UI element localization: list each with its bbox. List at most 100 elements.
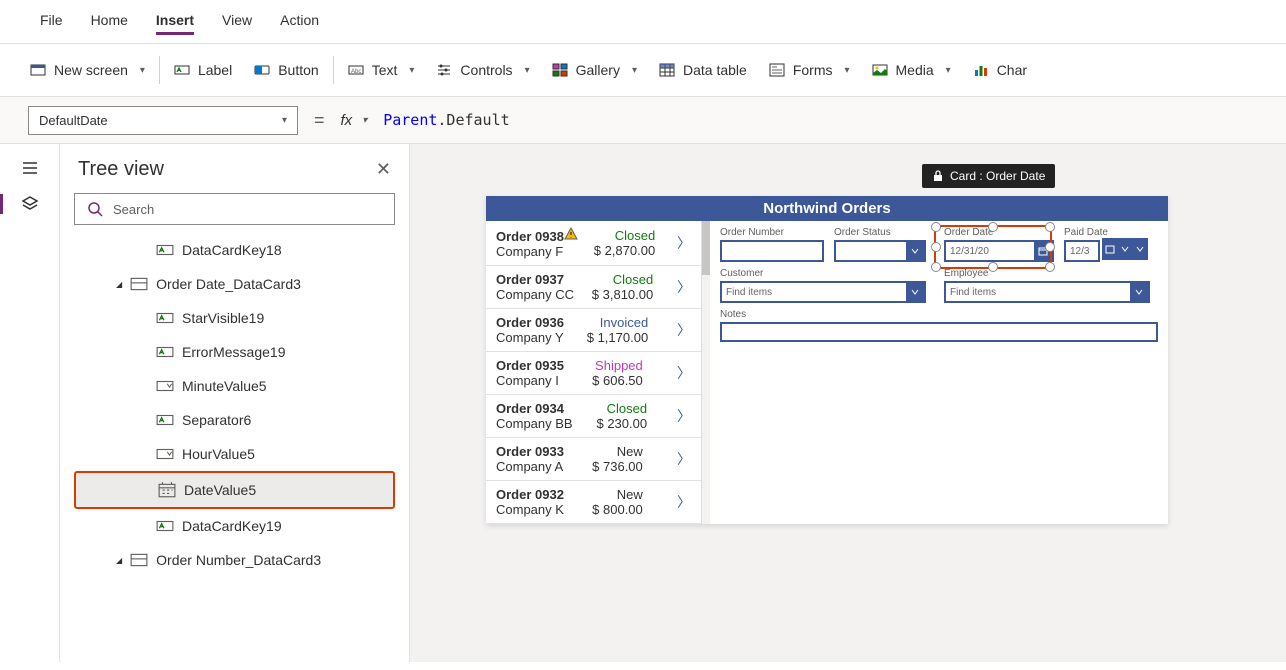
svg-text:Abc: Abc: [351, 69, 361, 75]
order-company: Company BB: [496, 416, 573, 431]
order-id: Order 0935: [496, 358, 564, 373]
button-icon: [254, 62, 270, 78]
tree-item[interactable]: HourValue5: [74, 437, 395, 471]
tree-item-icon: [130, 275, 148, 293]
order-status: Shipped: [595, 358, 643, 373]
order-id: Order 0938: [496, 227, 578, 244]
table-icon: [659, 62, 675, 78]
forms-button[interactable]: Forms ▾: [767, 58, 852, 82]
chevron-right-icon: 〉: [677, 492, 691, 512]
employee-select[interactable]: Find items: [944, 281, 1150, 303]
card-tooltip: Card : Order Date: [922, 164, 1055, 188]
tree-item[interactable]: MinuteValue5: [74, 369, 395, 403]
tree-item[interactable]: StarVisible19: [74, 301, 395, 335]
tree-item[interactable]: ◢Order Number_DataCard3: [74, 543, 395, 577]
chart-label: Char: [997, 62, 1027, 78]
left-rail: [0, 144, 60, 662]
paid-date-dd2-button[interactable]: [1131, 238, 1148, 260]
chevron-right-icon: 〉: [677, 363, 691, 383]
search-placeholder: Search: [113, 202, 154, 217]
formula-input[interactable]: Parent.Default: [377, 105, 1258, 135]
order-amount: $ 1,170.00: [587, 330, 648, 345]
menu-home[interactable]: Home: [91, 8, 128, 35]
order-number-input[interactable]: [720, 240, 824, 262]
order-id: Order 0933: [496, 444, 564, 459]
media-icon: [872, 62, 888, 78]
form-panel: Order Number Order Status Order Date12/3…: [710, 221, 1168, 524]
collapse-icon[interactable]: ◢: [116, 280, 122, 289]
lock-icon: [932, 170, 944, 182]
collapse-icon[interactable]: ◢: [116, 556, 122, 565]
order-item[interactable]: Order 0935Company IShipped$ 606.50〉: [486, 352, 701, 395]
order-company: Company CC: [496, 287, 574, 302]
tree-item-icon: [156, 411, 174, 429]
layers-icon[interactable]: [20, 194, 40, 214]
formula-bar: DefaultDate ▾ = fx▾ Parent.Default: [0, 97, 1286, 144]
order-item[interactable]: Order 0938Company FClosed$ 2,870.00〉: [486, 221, 701, 266]
text-button[interactable]: Abc Text ▾: [346, 58, 417, 82]
tree-item-icon: [156, 241, 174, 259]
tree-item[interactable]: Separator6: [74, 403, 395, 437]
order-status-select[interactable]: [834, 240, 926, 262]
tree-item[interactable]: ErrorMessage19: [74, 335, 395, 369]
menu-view[interactable]: View: [222, 8, 252, 35]
property-select[interactable]: DefaultDate ▾: [28, 106, 298, 135]
tree-item[interactable]: DataCardKey18: [74, 233, 395, 267]
paid-date-input[interactable]: 12/3: [1064, 240, 1100, 262]
chevron-right-icon: 〉: [677, 320, 691, 340]
tree-item-label: DataCardKey18: [182, 242, 282, 258]
tree-search-input[interactable]: Search: [74, 193, 395, 225]
tree-item[interactable]: DateValue5: [74, 471, 395, 509]
notes-label: Notes: [720, 309, 1158, 320]
media-button[interactable]: Media ▾: [870, 58, 953, 82]
label-label: Label: [198, 62, 232, 78]
controls-button[interactable]: Controls ▾: [434, 58, 531, 82]
tree-view-panel: Tree view ✕ Search DataCardKey18◢Order D…: [60, 144, 410, 662]
order-id: Order 0937: [496, 272, 574, 287]
new-screen-label: New screen: [54, 62, 128, 78]
menu-insert[interactable]: Insert: [156, 8, 194, 35]
order-item[interactable]: Order 0936Company YInvoiced$ 1,170.00〉: [486, 309, 701, 352]
order-status-label: Order Status: [834, 227, 926, 238]
order-amount: $ 230.00: [596, 416, 647, 431]
close-icon[interactable]: ✕: [376, 159, 391, 180]
order-item[interactable]: Order 0932Company KNew$ 800.00〉: [486, 481, 701, 524]
tree-item-icon: [130, 551, 148, 569]
controls-label: Controls: [460, 62, 512, 78]
chevron-down-icon: [1135, 244, 1145, 254]
customer-select[interactable]: Find items: [720, 281, 926, 303]
hamburger-icon[interactable]: [20, 158, 40, 178]
new-screen-button[interactable]: New screen ▾: [28, 58, 147, 82]
tree-item[interactable]: DataCardKey19: [74, 509, 395, 543]
text-label: Text: [372, 62, 398, 78]
chevron-down-icon: ▾: [409, 65, 414, 76]
order-item[interactable]: Order 0933Company ANew$ 736.00〉: [486, 438, 701, 481]
tree-item-icon: [158, 481, 176, 499]
chart-button[interactable]: Char: [971, 58, 1029, 82]
data-table-button[interactable]: Data table: [657, 58, 749, 82]
order-item[interactable]: Order 0937Company CCClosed$ 3,810.00〉: [486, 266, 701, 309]
gallery-button[interactable]: Gallery ▾: [550, 58, 639, 82]
fx-button[interactable]: fx▾: [341, 112, 368, 129]
menu-action[interactable]: Action: [280, 8, 319, 35]
ribbon: New screen ▾ Label Button Abc Text ▾ Con…: [0, 44, 1286, 97]
order-number-label: Order Number: [720, 227, 824, 238]
label-button[interactable]: Label: [172, 58, 234, 82]
tooltip-text: Card : Order Date: [950, 169, 1045, 183]
screen-icon: [30, 62, 46, 78]
tree-item-icon: [156, 309, 174, 327]
warning-icon: [564, 227, 578, 241]
tree-item-icon: [156, 445, 174, 463]
fx-label: fx: [341, 112, 353, 129]
order-id: Order 0932: [496, 487, 564, 502]
order-id: Order 0936: [496, 315, 564, 330]
button-button[interactable]: Button: [252, 58, 320, 82]
order-company: Company A: [496, 459, 564, 474]
scrollbar[interactable]: [702, 221, 710, 524]
controls-icon: [436, 62, 452, 78]
canvas[interactable]: Card : Order Date Northwind Orders Order…: [410, 144, 1286, 662]
tree-item[interactable]: ◢Order Date_DataCard3: [74, 267, 395, 301]
menu-file[interactable]: File: [40, 8, 63, 35]
notes-input[interactable]: [720, 322, 1158, 342]
order-item[interactable]: Order 0934Company BBClosed$ 230.00〉: [486, 395, 701, 438]
